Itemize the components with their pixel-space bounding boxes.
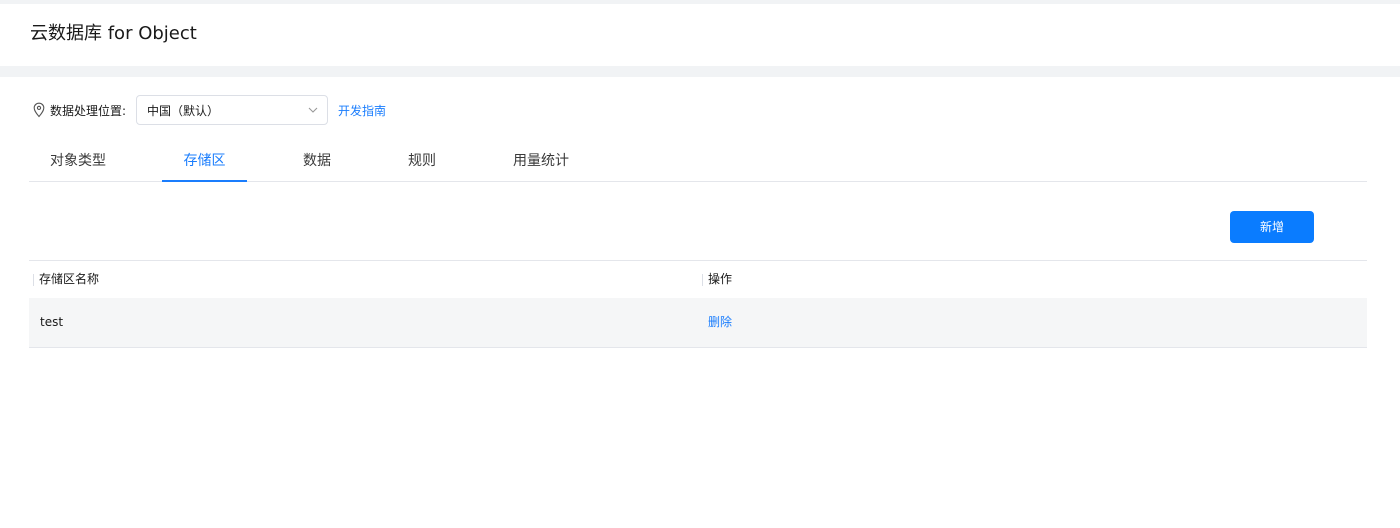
chevron-down-icon — [308, 107, 318, 113]
table-row: test 删除 — [29, 298, 1367, 348]
tab-object-types[interactable]: 对象类型 — [29, 144, 127, 181]
tab-bar: 对象类型 存储区 数据 规则 用量统计 — [29, 144, 1367, 182]
column-header-actions: 操作 — [702, 261, 732, 298]
dev-guide-link[interactable]: 开发指南 — [338, 102, 386, 119]
column-header-name: 存储区名称 — [33, 261, 99, 298]
location-pin-icon — [33, 102, 45, 118]
storage-zone-table: 存储区名称 操作 test 删除 — [29, 260, 1367, 348]
page-header: 云数据库 for Object — [0, 4, 1400, 66]
tab-usage-stats[interactable]: 用量统计 — [497, 144, 585, 181]
row-name-cell: test — [40, 315, 64, 329]
location-select[interactable]: 中国（默认） — [136, 95, 329, 125]
tab-rules[interactable]: 规则 — [392, 144, 452, 181]
location-select-value: 中国（默认） — [147, 103, 220, 118]
tab-storage-zones[interactable]: 存储区 — [162, 144, 247, 182]
add-button[interactable]: 新增 — [1230, 211, 1314, 243]
delete-link[interactable]: 删除 — [708, 298, 732, 347]
table-header: 存储区名称 操作 — [29, 261, 1367, 298]
location-row: 数据处理位置: 中国（默认） 开发指南 — [32, 94, 386, 126]
page-title: 云数据库 for Object — [30, 23, 197, 44]
main-content: 数据处理位置: 中国（默认） 开发指南 对象类型 存储区 数据 规则 用量统计 … — [0, 77, 1400, 528]
tab-data[interactable]: 数据 — [287, 144, 347, 181]
location-label: 数据处理位置: — [50, 103, 127, 118]
